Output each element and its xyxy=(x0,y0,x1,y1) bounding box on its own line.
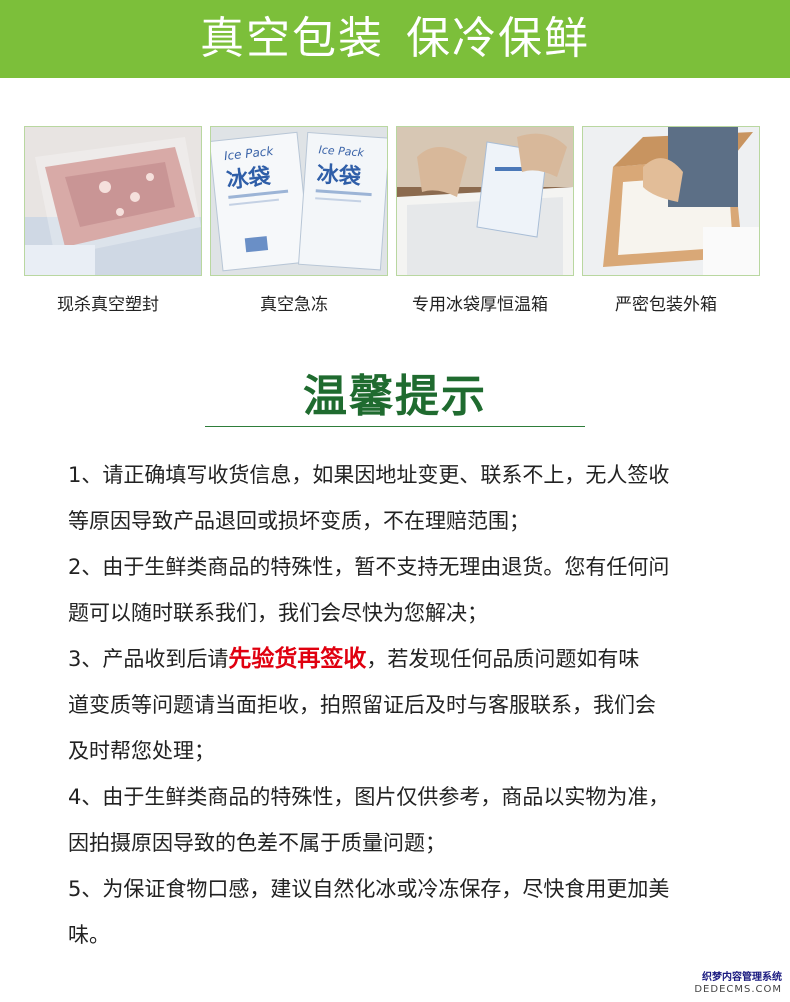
tips-line-post: ，若发现任何品质问题如有味 xyxy=(366,647,640,671)
banner-text-1: 真空包装 xyxy=(200,13,384,64)
tips-line: 题可以随时联系我们，我们会尽快为您解决； xyxy=(68,601,488,625)
pack-text: 冰袋 xyxy=(225,163,272,194)
tips-list: 1、请正确填写收货信息，如果因地址变更、联系不上，无人签收 等原因导致产品退回或… xyxy=(68,452,738,958)
tips-line: 4、由于生鲜类商品的特殊性，图片仅供参考，商品以实物为准， xyxy=(68,785,670,809)
tips-line: 3、产品收到后请先验货再签收，若发现任何品质问题如有味 xyxy=(68,636,738,682)
tips-title: 温馨提示 xyxy=(303,371,487,422)
caption-outer-carton: 严密包装外箱 xyxy=(615,295,717,315)
tips-line: 2、由于生鲜类商品的特殊性，暂不支持无理由退货。您有任何问 xyxy=(68,555,670,579)
tips-line: 及时帮您处理； xyxy=(68,739,215,763)
tips-line: 道变质等问题请当面拒收，拍照留证后及时与客服联系，我们会 xyxy=(68,693,656,717)
photo-strip: Ice Pack 冰袋 Ice Pack 冰袋 xyxy=(24,126,764,276)
ice-pack-photo: Ice Pack 冰袋 Ice Pack 冰袋 xyxy=(210,126,388,276)
top-banner: 真空包装 保冷保鲜 xyxy=(0,0,790,78)
watermark-line-2: DEDECMS.COM xyxy=(694,984,782,995)
inspect-before-sign-highlight: 先验货再签收 xyxy=(228,646,367,672)
caption-vacuum-seal: 现杀真空塑封 xyxy=(57,295,159,315)
tips-divider xyxy=(205,426,585,427)
tips-line: 因拍摄原因导致的色差不属于质量问题； xyxy=(68,831,446,855)
caption-quick-freeze: 真空急冻 xyxy=(260,295,328,315)
watermark: 织梦内容管理系统 DEDECMS.COM xyxy=(694,972,782,996)
caption-insulated-box: 专用冰袋厚恒温箱 xyxy=(412,295,548,315)
outer-carton-photo xyxy=(582,126,760,276)
banner-text-2: 保冷保鲜 xyxy=(406,13,590,64)
watermark-line-1: 织梦内容管理系统 xyxy=(702,972,782,983)
insulated-box-photo xyxy=(396,126,574,276)
svg-text:冰袋: 冰袋 xyxy=(316,161,363,190)
vacuum-sealed-meat-photo xyxy=(24,126,202,276)
tips-line: 等原因导致产品退回或损坏变质，不在理赔范围； xyxy=(68,509,530,533)
tips-line: 5、为保证食物口感，建议自然化冰或冷冻保存，尽快食用更加美 xyxy=(68,877,670,901)
tips-line: 1、请正确填写收货信息，如果因地址变更、联系不上，无人签收 xyxy=(68,463,670,487)
tips-line-pre: 3、产品收到后请 xyxy=(68,647,229,671)
tips-line: 味。 xyxy=(68,923,110,947)
